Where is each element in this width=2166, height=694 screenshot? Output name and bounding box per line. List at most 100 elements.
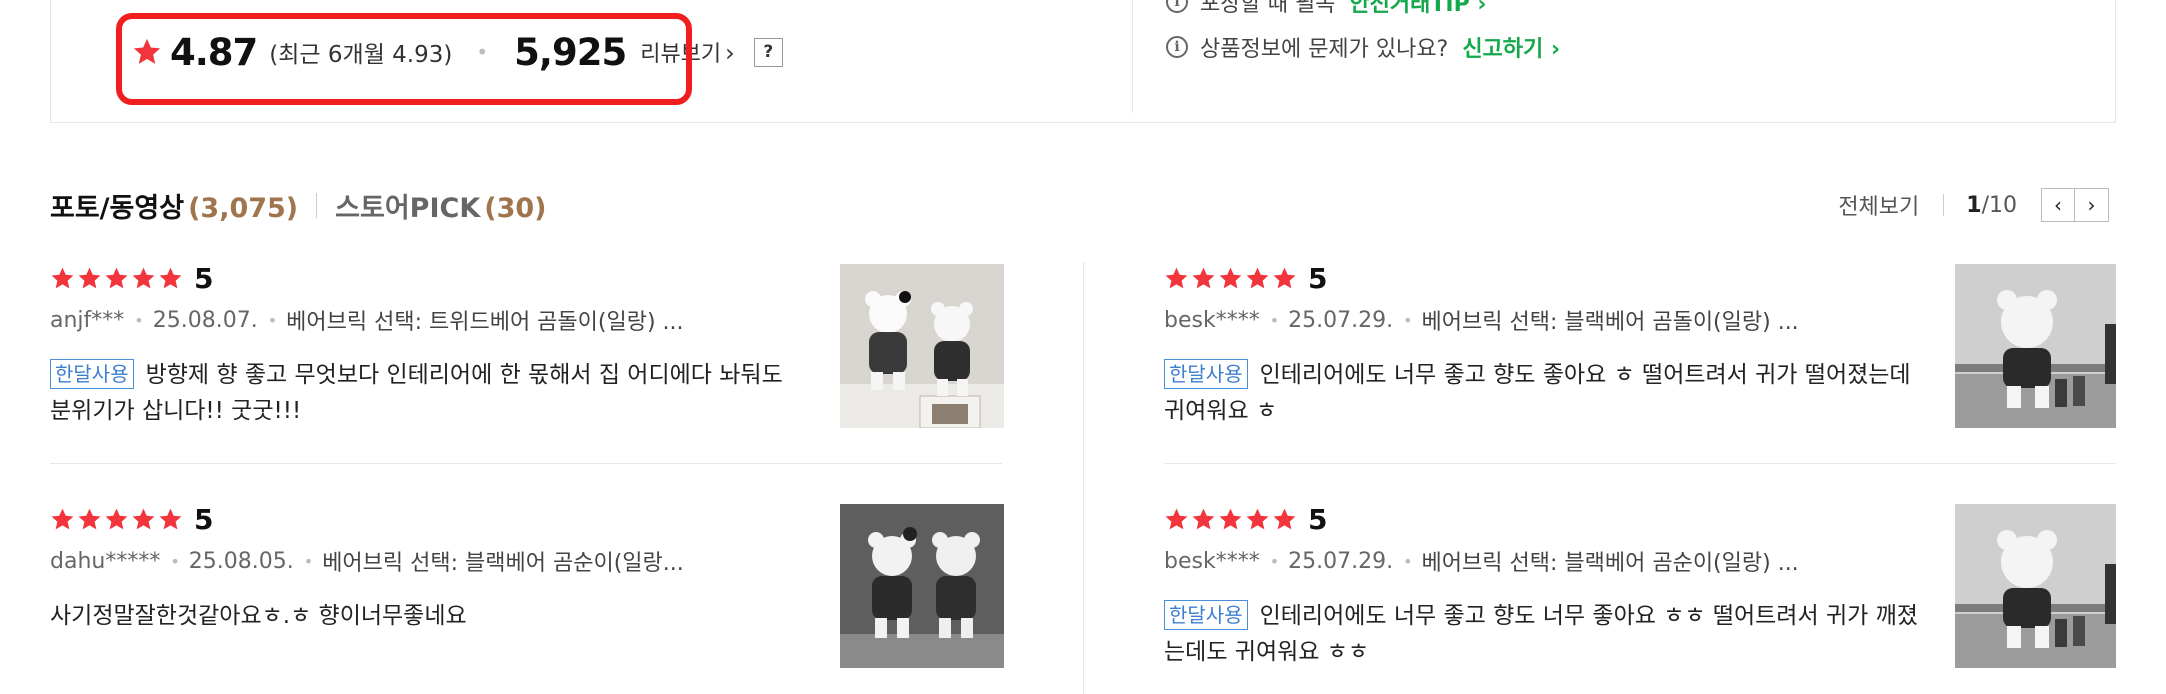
view-all-link[interactable]: 전체보기	[1838, 189, 1919, 221]
tab-store-pick-count: (30)	[484, 193, 547, 224]
report-link-label: 신고하기	[1462, 37, 1544, 62]
star-icon	[77, 266, 102, 291]
star-icon	[1218, 266, 1243, 291]
product-option: 베어브릭 선택: 블랙베어 곰순이(일랑) ...	[1421, 551, 1799, 576]
tab-photo-video-count: (3,075)	[188, 193, 299, 224]
tab-photo-video[interactable]: 포토/동영상 (3,075)	[50, 186, 298, 225]
review-text: 인테리어에도 너무 좋고 향도 좋아요 ㅎ 떨어트려서 귀가 떨어졌는데 귀여워…	[1164, 362, 1911, 424]
review-stars: 5	[1164, 503, 1327, 536]
row-divider	[1164, 463, 2116, 464]
tab-photo-video-label: 포토/동영상	[50, 193, 185, 224]
star-icon	[1272, 507, 1297, 532]
safe-trade-text: 포장할 때 필독	[1200, 0, 1336, 17]
tab-divider	[316, 193, 318, 218]
review-score: 5	[1308, 503, 1328, 536]
report-question-text: 상품정보에 문제가 있나요?	[1200, 37, 1449, 62]
review-score: 5	[1308, 262, 1328, 295]
tab-store-pick[interactable]: 스토어PICK (30)	[335, 186, 546, 225]
reviewer-id: dahu*****	[50, 548, 161, 574]
safe-trade-link-label: 안전거래TIP	[1349, 0, 1470, 17]
review-stars: 5	[50, 503, 213, 536]
help-icon[interactable]: ?	[753, 37, 783, 67]
row-divider	[50, 463, 1002, 464]
star-icon	[1191, 266, 1216, 291]
review-text: 사기정말잘한것같아요ㅎ.ㅎ 향이너무좋네요	[50, 603, 467, 629]
chevron-right-icon: ›	[2087, 193, 2096, 217]
usage-badge: 한달사용	[50, 359, 134, 389]
dot-separator: •	[170, 551, 180, 571]
current-page: 1	[1966, 192, 1982, 218]
chevron-right-icon: ›	[725, 39, 735, 67]
column-divider	[1083, 262, 1084, 694]
star-icon	[1164, 507, 1189, 532]
summary-divider	[1132, 0, 1133, 113]
product-option: 베어브릭 선택: 블랙베어 곰순이(일랑...	[322, 551, 684, 576]
review-body: 사기정말잘한것같아요ㅎ.ㅎ 향이너무좋네요	[50, 598, 810, 634]
star-icon	[131, 266, 156, 291]
info-icon: i	[1166, 36, 1188, 58]
review-date: 25.07.29.	[1288, 307, 1394, 333]
review-photo-thumbnail[interactable]	[1955, 264, 2116, 428]
review-score: 5	[194, 262, 214, 295]
review-meta: besk**** • 25.07.29. • 베어브릭 선택: 블랙베어 곰순이…	[1164, 545, 1799, 577]
review-photo-thumbnail[interactable]	[1955, 504, 2116, 668]
star-icon	[1191, 507, 1216, 532]
review-date: 25.08.07.	[152, 307, 258, 333]
review-filter-tabs: 포토/동영상 (3,075) 스토어PICK (30)	[50, 186, 547, 225]
usage-badge: 한달사용	[1164, 600, 1248, 630]
report-info: i 상품정보에 문제가 있나요? 신고하기 ›	[1166, 31, 1560, 63]
star-icon	[131, 507, 156, 532]
dot-separator: •	[134, 310, 144, 330]
dot-separator: •	[267, 310, 278, 330]
review-meta: anjf*** • 25.08.07. • 베어브릭 선택: 트위드베어 곰돌이…	[50, 304, 684, 336]
star-icon	[1164, 266, 1189, 291]
product-option: 베어브릭 선택: 트위드베어 곰돌이(일랑) ...	[286, 310, 684, 335]
review-body: 한달사용 인테리어에도 너무 좋고 향도 좋아요 ㅎ 떨어트려서 귀가 떨어졌는데…	[1164, 357, 1924, 429]
highlight-annotation	[116, 13, 692, 105]
review-photo-thumbnail[interactable]	[840, 504, 1004, 668]
safe-trade-info: i 포장할 때 필독 안전거래TIP ›	[1166, 0, 1486, 18]
tab-store-pick-label: 스토어PICK	[335, 193, 481, 224]
star-icon	[104, 507, 129, 532]
page-indicator: 1/10	[1966, 193, 2017, 218]
star-icon	[77, 507, 102, 532]
star-icon	[158, 507, 183, 532]
dot-separator: •	[303, 551, 314, 571]
review-meta: besk**** • 25.07.29. • 베어브릭 선택: 블랙베어 곰돌이…	[1164, 304, 1799, 336]
star-icon	[1245, 507, 1270, 532]
dot-separator: •	[1403, 551, 1413, 571]
product-option: 베어브릭 선택: 블랙베어 곰돌이(일랑) ...	[1421, 310, 1799, 335]
review-photo-thumbnail[interactable]	[840, 264, 1004, 428]
review-text: 인테리어에도 너무 좋고 향도 너무 좋아요 ㅎㅎ 떨어트려서 귀가 깨졌는데도…	[1164, 603, 1918, 665]
review-date: 25.08.05.	[188, 548, 294, 574]
star-icon	[104, 266, 129, 291]
safe-trade-link[interactable]: 안전거래TIP ›	[1349, 0, 1486, 18]
info-icon: i	[1166, 0, 1188, 13]
pager-divider	[1943, 194, 1945, 216]
dot-separator: •	[1403, 310, 1413, 330]
star-icon	[1218, 507, 1243, 532]
star-icon	[158, 266, 183, 291]
review-date: 25.07.29.	[1288, 548, 1394, 574]
review-text: 방향제 향 좋고 무엇보다 인테리어에 한 몫해서 집 어디에다 놔둬도 분위기…	[50, 362, 783, 424]
prev-page-button[interactable]: ‹	[2041, 188, 2075, 222]
usage-badge: 한달사용	[1164, 359, 1248, 389]
reviewer-id: anjf***	[50, 307, 125, 333]
star-icon	[50, 507, 75, 532]
reviewer-id: besk****	[1164, 307, 1260, 333]
review-stars: 5	[50, 262, 213, 295]
next-page-button[interactable]: ›	[2075, 188, 2109, 222]
report-link[interactable]: 신고하기 ›	[1462, 31, 1560, 63]
star-icon	[50, 266, 75, 291]
total-pages: /10	[1981, 192, 2017, 218]
review-meta: dahu***** • 25.08.05. • 베어브릭 선택: 블랙베어 곰순…	[50, 545, 684, 577]
review-body: 한달사용 방향제 향 좋고 무엇보다 인테리어에 한 몫해서 집 어디에다 놔둬도…	[50, 357, 810, 429]
review-stars: 5	[1164, 262, 1327, 295]
dot-separator: •	[1269, 551, 1280, 571]
review-score: 5	[194, 503, 214, 536]
chevron-left-icon: ‹	[2054, 193, 2062, 217]
star-icon	[1272, 266, 1297, 291]
review-body: 한달사용 인테리어에도 너무 좋고 향도 너무 좋아요 ㅎㅎ 떨어트려서 귀가 깨…	[1164, 598, 1924, 670]
star-icon	[1245, 266, 1270, 291]
reviewer-id: besk****	[1164, 548, 1260, 574]
